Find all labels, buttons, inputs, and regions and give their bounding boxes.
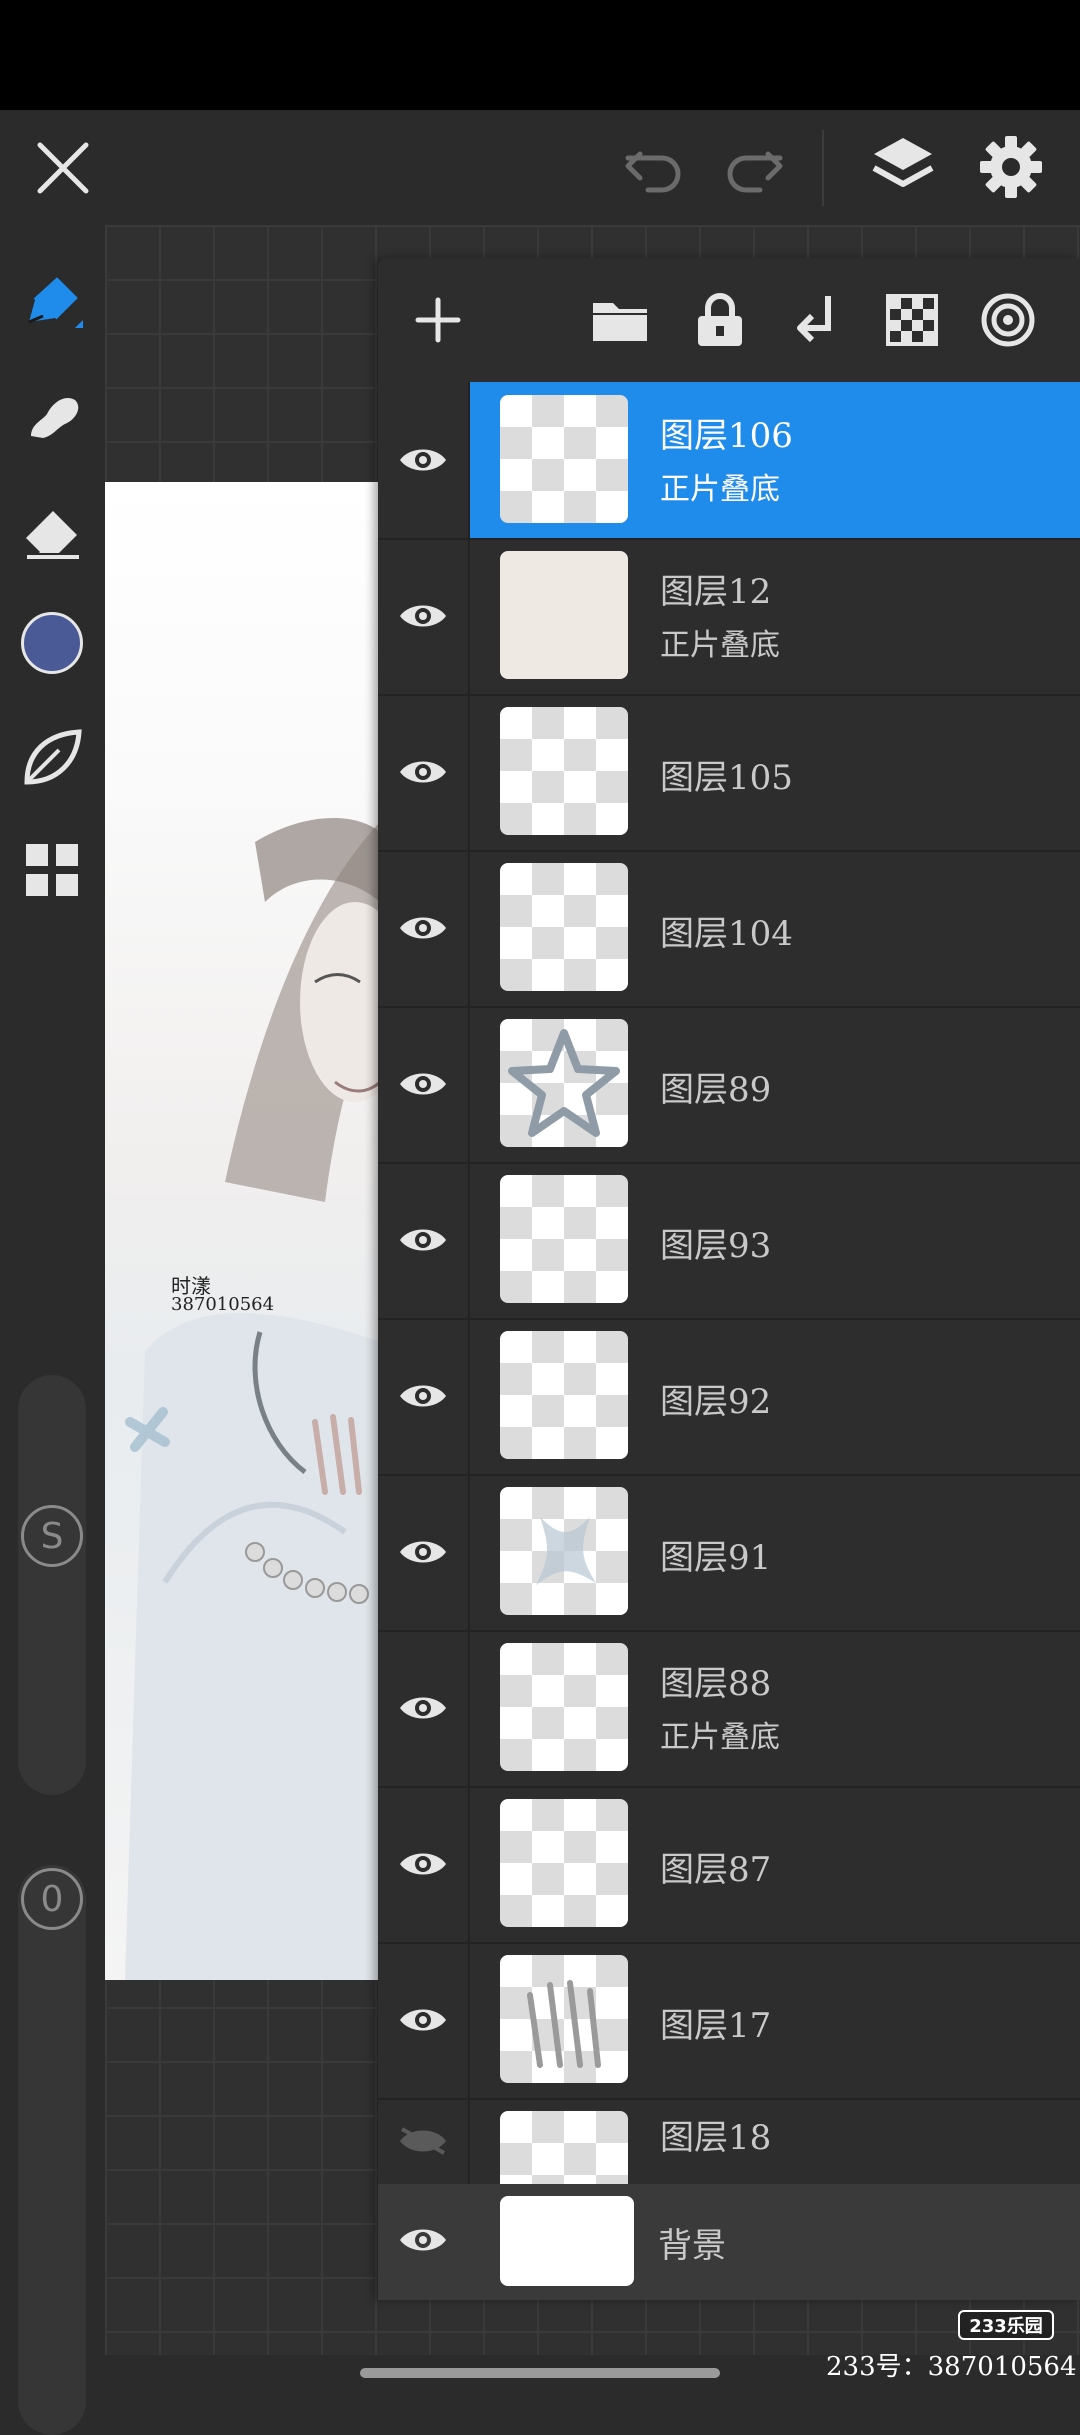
- lock-icon[interactable]: [690, 290, 750, 350]
- layer-name: 图层87: [660, 1850, 772, 1890]
- layer-row-body[interactable]: 图层87: [470, 1786, 1080, 1942]
- opacity-slider[interactable]: 0: [18, 1865, 86, 2435]
- layer-row[interactable]: 图层93: [378, 1162, 1080, 1320]
- left-toolbar: S 0: [0, 225, 105, 2435]
- layer-row[interactable]: 图层87: [378, 1786, 1080, 1944]
- layer-thumbnail: [500, 1175, 628, 1303]
- visibility-eye-icon[interactable]: [398, 2224, 448, 2256]
- layer-row[interactable]: 图层91: [378, 1474, 1080, 1632]
- grid-icon[interactable]: [12, 830, 92, 910]
- layer-row-body[interactable]: 图层105: [470, 694, 1080, 850]
- add-icon[interactable]: [408, 290, 468, 350]
- visibility-eye-icon[interactable]: [378, 850, 470, 1006]
- folder-icon[interactable]: [590, 290, 650, 350]
- layer-name: 图层92: [660, 1382, 772, 1422]
- layer-thumbnail: [500, 863, 628, 991]
- artwork-signature-id: 387010564: [171, 1294, 275, 1315]
- layer-thumbnail: [500, 707, 628, 835]
- redo-icon[interactable]: [720, 140, 786, 196]
- background-thumbnail: [500, 2196, 634, 2286]
- visibility-eye-icon[interactable]: [378, 1474, 470, 1630]
- layer-name: 图层17: [660, 2006, 772, 2046]
- visibility-eye-icon[interactable]: [378, 538, 470, 694]
- canvas-artwork[interactable]: 时漾 387010564: [105, 482, 380, 1980]
- visibility-eye-icon[interactable]: [378, 1162, 470, 1318]
- layer-name: 图层88: [660, 1664, 772, 1704]
- watermark-logo: 233乐园: [958, 2310, 1054, 2340]
- layer-thumbnail: [500, 2111, 628, 2184]
- layer-row-body[interactable]: 图层18: [470, 2098, 1080, 2184]
- layer-row-body[interactable]: 图层93: [470, 1162, 1080, 1318]
- layer-row[interactable]: 图层17: [378, 1942, 1080, 2100]
- layer-blend-mode: 正片叠底: [660, 1720, 780, 1755]
- layer-row[interactable]: 图层106 正片叠底: [378, 382, 1080, 540]
- gear-icon[interactable]: [976, 132, 1046, 202]
- layer-blend-mode: 正片叠底: [660, 628, 780, 663]
- home-indicator[interactable]: [360, 2368, 720, 2378]
- layer-name: 图层18: [660, 2118, 772, 2158]
- layer-name: 图层12: [660, 572, 772, 612]
- visibility-eye-icon[interactable]: [378, 2098, 470, 2184]
- toolbar-divider: [822, 130, 824, 206]
- close-icon[interactable]: [30, 135, 96, 201]
- blend-icon[interactable]: [978, 290, 1038, 350]
- layer-thumbnail: [500, 1643, 628, 1771]
- layer-row-body[interactable]: 图层12 正片叠底: [470, 538, 1080, 694]
- layer-row-body[interactable]: 图层91: [470, 1474, 1080, 1630]
- layer-thumbnail: [500, 1019, 628, 1147]
- watermark-text: 233号：387010564: [826, 2352, 1077, 2382]
- layer-row[interactable]: 图层18: [378, 2098, 1080, 2184]
- undo-icon[interactable]: [622, 140, 688, 196]
- layer-name: 图层104: [660, 914, 793, 954]
- layer-name: 图层91: [660, 1538, 772, 1578]
- layers-icon[interactable]: [868, 132, 938, 202]
- layer-row[interactable]: 图层88 正片叠底: [378, 1630, 1080, 1788]
- visibility-eye-icon[interactable]: [378, 694, 470, 850]
- layer-row-body[interactable]: 图层88 正片叠底: [470, 1630, 1080, 1786]
- layer-panel-toolbar: [378, 258, 1080, 382]
- layer-row-body[interactable]: 图层17: [470, 1942, 1080, 2098]
- background-layer-row[interactable]: 背景: [378, 2184, 1080, 2300]
- smudge-icon[interactable]: [12, 375, 92, 455]
- visibility-eye-icon[interactable]: [378, 1006, 470, 1162]
- visibility-eye-icon[interactable]: [378, 382, 470, 538]
- visibility-eye-icon[interactable]: [378, 1786, 470, 1942]
- layer-thumbnail: [500, 551, 628, 679]
- visibility-eye-icon[interactable]: [378, 1630, 470, 1786]
- transparency-icon[interactable]: [882, 290, 942, 350]
- layer-row-selected[interactable]: 图层106 正片叠底: [470, 382, 1080, 538]
- layer-thumbnail: [500, 1331, 628, 1459]
- layer-name: 图层106: [660, 416, 793, 456]
- layer-row[interactable]: 图层89: [378, 1006, 1080, 1164]
- leaf-icon[interactable]: [12, 717, 92, 797]
- visibility-eye-icon[interactable]: [378, 1318, 470, 1474]
- layer-row[interactable]: 图层104: [378, 850, 1080, 1008]
- color-swatch[interactable]: [12, 603, 92, 683]
- merge-down-icon[interactable]: [786, 290, 846, 350]
- layer-row[interactable]: 图层12 正片叠底: [378, 538, 1080, 696]
- opacity-slider-knob[interactable]: 0: [21, 1868, 83, 1930]
- layer-panel: 图层106 正片叠底 图层12 正片叠底 图层105 图层104 图层89 图层…: [378, 258, 1080, 2300]
- layer-thumbnail: [500, 1799, 628, 1927]
- layer-name: 图层105: [660, 758, 793, 798]
- layer-blend-mode: 正片叠底: [660, 472, 780, 507]
- layer-row[interactable]: 图层105: [378, 694, 1080, 852]
- layer-thumbnail: [500, 1487, 628, 1615]
- layer-name: 图层93: [660, 1226, 772, 1266]
- pen-icon[interactable]: [12, 265, 92, 345]
- layer-row-body[interactable]: 图层104: [470, 850, 1080, 1006]
- layer-thumbnail: [500, 395, 628, 523]
- layer-thumbnail: [500, 1955, 628, 2083]
- size-slider-knob[interactable]: S: [21, 1505, 83, 1567]
- status-bar: [0, 0, 1080, 110]
- brush-size-slider[interactable]: S: [18, 1375, 86, 1795]
- eraser-icon[interactable]: [12, 490, 92, 570]
- layer-row[interactable]: 图层92: [378, 1318, 1080, 1476]
- top-toolbar: [0, 110, 1080, 225]
- visibility-eye-icon[interactable]: [378, 1942, 470, 2098]
- background-layer-name: 背景: [658, 2226, 726, 2266]
- layer-row-body[interactable]: 图层92: [470, 1318, 1080, 1474]
- layer-name: 图层89: [660, 1070, 772, 1110]
- layer-row-body[interactable]: 图层89: [470, 1006, 1080, 1162]
